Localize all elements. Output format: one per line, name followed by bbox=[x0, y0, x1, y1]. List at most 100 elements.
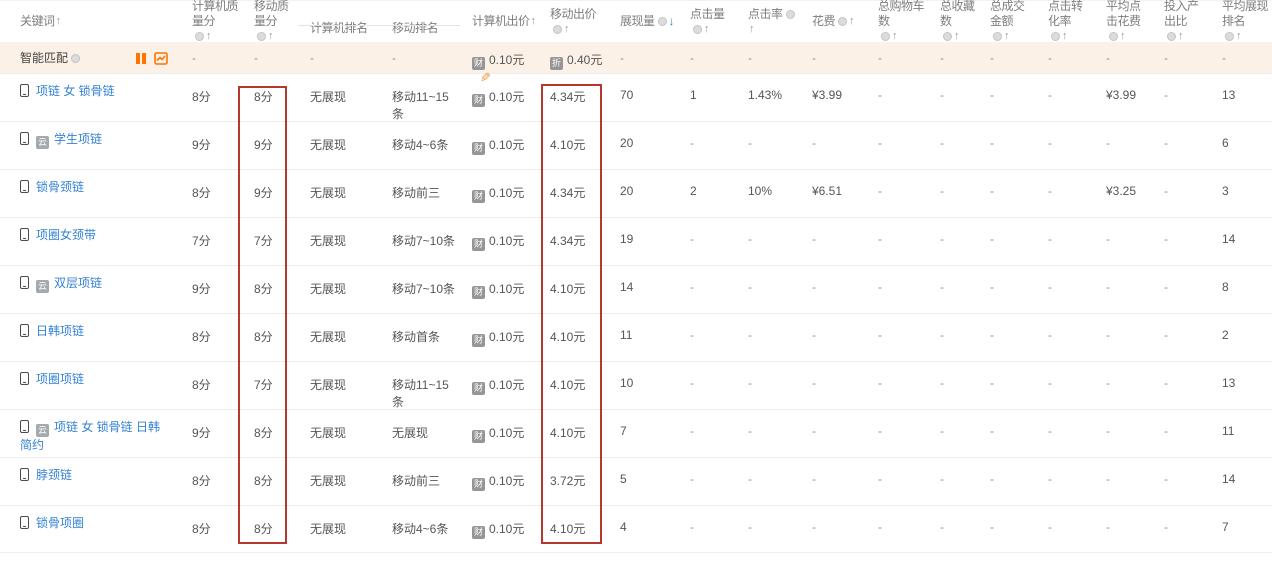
header-cell-clicks[interactable]: 点击量↑ bbox=[678, 1, 736, 42]
info-icon[interactable] bbox=[881, 32, 890, 41]
mobile_bid-value: 4.10元 bbox=[550, 426, 585, 440]
discount-badge-icon: 折 bbox=[550, 57, 563, 70]
cvr-value: - bbox=[1048, 328, 1052, 342]
keyword-link[interactable]: 项圈女颈带 bbox=[36, 228, 96, 242]
header-cell-avg_rank[interactable]: 平均展现排名↑ bbox=[1210, 1, 1272, 42]
sort-up-icon[interactable]: ↑ bbox=[564, 22, 569, 37]
header-cell-avg_cpc[interactable]: 平均点击花费↑ bbox=[1094, 1, 1152, 42]
cost-value: - bbox=[812, 328, 816, 342]
gmv-value: - bbox=[990, 280, 994, 294]
header-cell-pc_rank[interactable]: 计算机排名 bbox=[298, 1, 380, 42]
keyword-link[interactable]: 脖颈链 bbox=[36, 468, 72, 482]
pause-icon[interactable] bbox=[136, 53, 146, 64]
table-cell-cost: ¥6.51 bbox=[800, 170, 866, 217]
header-cell-carts[interactable]: 总购物车数↑ bbox=[866, 1, 928, 42]
bid-badge-icon: 财 bbox=[472, 190, 485, 203]
table-cell-cost: - bbox=[800, 506, 866, 552]
ctr-value: - bbox=[748, 328, 752, 342]
info-icon[interactable] bbox=[257, 32, 266, 41]
edit-icon[interactable]: ✎ bbox=[480, 70, 491, 86]
keyword-link[interactable]: 学生项链 bbox=[54, 132, 102, 146]
table-cell-clicks: - bbox=[678, 218, 736, 265]
keyword-cell: 项链 女 锁骨链 bbox=[0, 74, 180, 121]
info-icon[interactable] bbox=[1051, 32, 1060, 41]
sort-up-icon[interactable]: ↑ bbox=[1004, 29, 1009, 44]
table-cell-impressions: 5 bbox=[608, 458, 678, 505]
info-icon[interactable] bbox=[658, 17, 667, 26]
keyword-link[interactable]: 日韩项链 bbox=[36, 324, 84, 338]
header-cell-mobile_quality[interactable]: 移动质量分↑ bbox=[242, 1, 298, 42]
table-cell-avg_cpc: - bbox=[1094, 314, 1152, 361]
header-cell-pc_bid[interactable]: 计算机出价↑ bbox=[460, 1, 538, 42]
info-icon[interactable] bbox=[1167, 32, 1176, 41]
table-cell-gmv: - bbox=[978, 122, 1036, 169]
info-icon[interactable] bbox=[71, 54, 80, 63]
keyword-row: 项圈女颈带7分7分无展现移动7~10条财0.10元4.34元19--------… bbox=[0, 217, 1272, 265]
table-cell-avg_cpc: - bbox=[1094, 218, 1152, 265]
info-icon[interactable] bbox=[838, 17, 847, 26]
info-icon[interactable] bbox=[786, 10, 795, 19]
sort-up-icon[interactable]: ↑ bbox=[1120, 29, 1125, 44]
header-cell-pc_quality[interactable]: 计算机质量分↑ bbox=[180, 1, 242, 42]
sort-up-icon[interactable]: ↑ bbox=[1236, 29, 1241, 44]
header-cell-mobile_rank[interactable]: 移动排名 bbox=[380, 1, 460, 42]
sort-up-icon[interactable]: ↑ bbox=[1062, 29, 1067, 44]
sort-up-icon[interactable]: ↑ bbox=[704, 22, 709, 37]
sort-up-icon[interactable]: ↑ bbox=[56, 14, 61, 29]
info-icon[interactable] bbox=[553, 25, 562, 34]
table-cell-mobile_bid: 4.34元 bbox=[538, 74, 608, 121]
header-cell-mobile_bid[interactable]: 移动出价↑ bbox=[538, 1, 608, 42]
favs-value: - bbox=[940, 51, 944, 65]
mobile_bid-value: 4.10元 bbox=[550, 138, 585, 152]
pc_rank-value: 无展现 bbox=[310, 90, 346, 104]
table-cell-ctr: - bbox=[736, 314, 800, 361]
table-cell-favs: - bbox=[928, 506, 978, 552]
sort-up-icon[interactable]: ↑ bbox=[268, 29, 273, 44]
table-cell-avg_cpc: ¥3.25 bbox=[1094, 170, 1152, 217]
header-cell-ctr[interactable]: 点击率↑ bbox=[736, 1, 800, 42]
sort-up-icon[interactable]: ↑ bbox=[849, 14, 854, 29]
table-cell-roi: - bbox=[1152, 170, 1210, 217]
cvr-value: - bbox=[1048, 424, 1052, 438]
header-cell-gmv[interactable]: 总成交金额↑ bbox=[978, 1, 1036, 42]
table-cell-pc_quality: 8分 bbox=[180, 170, 242, 217]
header-cell-favs[interactable]: 总收藏数↑ bbox=[928, 1, 978, 42]
info-icon[interactable] bbox=[1225, 32, 1234, 41]
sort-up-icon[interactable]: ↑ bbox=[749, 22, 754, 37]
header-cell-impressions[interactable]: 展现量↓ bbox=[608, 1, 678, 42]
impressions-value: 5 bbox=[620, 472, 627, 486]
sort-up-icon[interactable]: ↑ bbox=[954, 29, 959, 44]
info-icon[interactable] bbox=[993, 32, 1002, 41]
info-icon[interactable] bbox=[1109, 32, 1118, 41]
header-cell-keyword[interactable]: 关键词↑ bbox=[0, 1, 180, 42]
chart-icon[interactable] bbox=[154, 52, 168, 65]
sort-up-icon[interactable]: ↑ bbox=[531, 14, 536, 29]
mobile_quality-value: 8分 bbox=[254, 426, 273, 440]
avg_cpc-value: - bbox=[1106, 376, 1110, 390]
header-cell-cost[interactable]: 花费↑ bbox=[800, 1, 866, 42]
keyword-link[interactable]: 锁骨颈链 bbox=[36, 180, 84, 194]
info-icon[interactable] bbox=[943, 32, 952, 41]
keyword-link[interactable]: 锁骨项圈 bbox=[36, 516, 84, 530]
keyword-cell: 脖颈链 bbox=[0, 458, 180, 505]
sort-up-icon[interactable]: ↑ bbox=[1178, 29, 1183, 44]
keyword-link[interactable]: 项圈项链 bbox=[36, 372, 84, 386]
phone-icon bbox=[20, 468, 29, 481]
info-icon[interactable] bbox=[195, 32, 204, 41]
mobile_quality-value: 7分 bbox=[254, 378, 273, 392]
carts-value: - bbox=[878, 328, 882, 342]
table-cell-mobile_quality: - bbox=[242, 43, 298, 73]
clicks-value: - bbox=[690, 472, 694, 486]
header-cell-cvr[interactable]: 点击转化率↑ bbox=[1036, 1, 1094, 42]
sort-up-icon[interactable]: ↑ bbox=[206, 29, 211, 44]
info-icon[interactable] bbox=[693, 25, 702, 34]
phone-icon bbox=[20, 180, 29, 193]
table-cell-pc_quality: 9分 bbox=[180, 410, 242, 457]
sort-down-icon[interactable]: ↓ bbox=[669, 14, 675, 29]
keyword-row: 项链 女 锁骨链8分8分无展现移动11~15条财0.10元4.34元7011.4… bbox=[0, 73, 1272, 121]
header-cell-roi[interactable]: 投入产出比↑ bbox=[1152, 1, 1210, 42]
sort-up-icon[interactable]: ↑ bbox=[892, 29, 897, 44]
keyword-link[interactable]: 双层项链 bbox=[54, 276, 102, 290]
table-cell-mobile_bid: 4.10元 bbox=[538, 362, 608, 409]
keyword-link[interactable]: 项链 女 锁骨链 bbox=[36, 84, 115, 98]
